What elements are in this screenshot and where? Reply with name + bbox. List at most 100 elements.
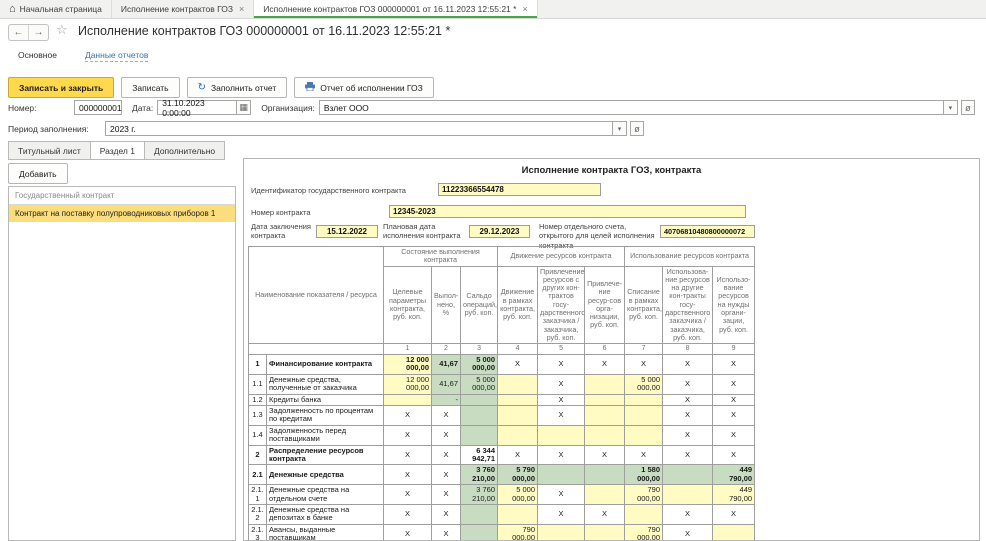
row-number: 2.1.2 bbox=[249, 504, 267, 524]
report-table-wrap: Наименование показателя / ресурсаСостоян… bbox=[248, 246, 755, 541]
header-form-row-1: Номер: 000000001 Дата: 31.10.2023 0:00:0… bbox=[8, 100, 975, 115]
cell-1.1-col7[interactable]: 5 000 000,00 bbox=[625, 374, 663, 394]
cell-1.1-col2: 41,67 bbox=[432, 374, 461, 394]
cell-1-col3: 5 000 000,00 bbox=[461, 355, 498, 375]
cell-1-col1[interactable]: 12 000 000,00 bbox=[384, 355, 432, 375]
save-button[interactable]: Записать bbox=[121, 77, 179, 98]
contract-number-field[interactable]: 12345-2023 bbox=[389, 205, 746, 218]
chevron-down-icon[interactable]: ▾ bbox=[944, 100, 958, 115]
cell-1-col9: X bbox=[713, 355, 755, 375]
fill-report-button[interactable]: ↻ Заполнить отчет bbox=[187, 77, 288, 98]
cell-2.1.2-col4[interactable] bbox=[498, 504, 538, 524]
row-name: Денежные средства, полученные от заказчи… bbox=[267, 374, 384, 394]
tab-additional[interactable]: Дополнительно bbox=[144, 141, 225, 160]
cell-1.2-col6[interactable] bbox=[585, 394, 625, 405]
close-icon[interactable]: × bbox=[522, 4, 527, 14]
back-icon[interactable]: ← bbox=[9, 25, 29, 40]
cell-2.1.2-col2: X bbox=[432, 504, 461, 524]
cell-2.1.3-col4[interactable]: 790 000,00 bbox=[498, 524, 538, 541]
cell-2.1.1-col8[interactable] bbox=[663, 485, 713, 505]
tab-home[interactable]: ⌂ Начальная страница bbox=[0, 0, 112, 18]
cell-2-col7: X bbox=[625, 445, 663, 465]
cell-1.2-col7[interactable] bbox=[625, 394, 663, 405]
cell-2.1.1-col7[interactable]: 790 000,00 bbox=[625, 485, 663, 505]
cell-1.3-col7[interactable] bbox=[625, 406, 663, 426]
cell-2.1.3-col5[interactable] bbox=[538, 524, 585, 541]
calendar-icon[interactable]: ▦ bbox=[237, 100, 251, 115]
chevron-down-icon[interactable]: ▾ bbox=[613, 121, 627, 136]
open-link-icon[interactable]: ø bbox=[630, 121, 644, 136]
tab-title-page[interactable]: Титульный лист bbox=[8, 141, 90, 160]
cell-1.4-col8: X bbox=[663, 425, 713, 445]
cell-1.4-col7[interactable] bbox=[625, 425, 663, 445]
tab-goz-document[interactable]: Исполнение контрактов ГОЗ 000000001 от 1… bbox=[254, 0, 537, 18]
period-combo[interactable]: 2023 г. bbox=[105, 121, 613, 136]
cell-2.1.2-col3 bbox=[461, 504, 498, 524]
cell-2.1.2-col1: X bbox=[384, 504, 432, 524]
contract-form-title: Исполнение контракта ГОЗ, контракта bbox=[244, 165, 979, 176]
cell-2.1.3-col6[interactable] bbox=[585, 524, 625, 541]
section-tabs: Титульный лист Раздел 1 Дополнительно bbox=[8, 141, 225, 160]
cell-2.1.3-col7[interactable]: 790 000,00 bbox=[625, 524, 663, 541]
cell-2.1-col8 bbox=[663, 465, 713, 485]
cell-2.1.2-col7[interactable] bbox=[625, 504, 663, 524]
cell-1.3-col6[interactable] bbox=[585, 406, 625, 426]
row-number: 2 bbox=[249, 445, 267, 465]
contract-list-item[interactable]: Контракт на поставку полупроводниковых п… bbox=[9, 205, 235, 222]
goz-report-label: Отчет об исполнении ГОЗ bbox=[320, 83, 423, 93]
account-field[interactable]: 40706810480800000072 bbox=[660, 225, 755, 238]
sign-date-field[interactable]: 15.12.2022 bbox=[316, 225, 378, 238]
favorite-star-icon[interactable]: ☆ bbox=[56, 22, 68, 38]
forward-icon[interactable]: → bbox=[29, 25, 48, 40]
cell-2.1.1-col9[interactable]: 449 790,00 bbox=[713, 485, 755, 505]
column-number-7: 7 bbox=[625, 344, 663, 355]
cell-1.4-col4[interactable] bbox=[498, 425, 538, 445]
row-name: Денежные средства на отдельном счете bbox=[267, 485, 384, 505]
cell-1.1-col4[interactable] bbox=[498, 374, 538, 394]
tab-goz-list[interactable]: Исполнение контрактов ГОЗ × bbox=[112, 0, 254, 18]
tab-home-label: Начальная страница bbox=[20, 4, 102, 14]
table-row-1.1: 1.1Денежные средства, полученные от зака… bbox=[249, 374, 755, 394]
cell-2.1-col3: 3 760 210,00 bbox=[461, 465, 498, 485]
cell-1.4-col6[interactable] bbox=[585, 425, 625, 445]
close-icon[interactable]: × bbox=[239, 4, 244, 14]
plan-date-field[interactable]: 29.12.2023 bbox=[469, 225, 530, 238]
column-header-5: Привлечение ресурсов с других кон-тракто… bbox=[538, 266, 585, 344]
number-input[interactable]: 000000001 bbox=[74, 100, 122, 115]
nav-link-main[interactable]: Основное bbox=[18, 50, 57, 62]
cell-1.4-col5[interactable] bbox=[538, 425, 585, 445]
cell-1.2-col4[interactable] bbox=[498, 394, 538, 405]
nav-links: Основное Данные отчетов bbox=[18, 50, 148, 62]
cell-2.1.1-col4[interactable]: 5 000 000,00 bbox=[498, 485, 538, 505]
date-label: Дата: bbox=[132, 103, 153, 113]
cell-1.1-col1[interactable]: 12 000 000,00 bbox=[384, 374, 432, 394]
cell-2.1.3-col9[interactable] bbox=[713, 524, 755, 541]
open-link-icon[interactable]: ø bbox=[961, 100, 975, 115]
cell-1.3-col4[interactable] bbox=[498, 406, 538, 426]
cell-1.2-col1[interactable] bbox=[384, 394, 432, 405]
cell-2.1.3-col2: X bbox=[432, 524, 461, 541]
add-button[interactable]: Добавить bbox=[8, 163, 68, 184]
column-header-9: Использо-вание ресурсов на нужды органи-… bbox=[713, 266, 755, 344]
cell-1.3-col8: X bbox=[663, 406, 713, 426]
cell-2.1-col7: 1 580 000,00 bbox=[625, 465, 663, 485]
tab-section-1[interactable]: Раздел 1 bbox=[90, 141, 144, 160]
column-number-6: 6 bbox=[585, 344, 625, 355]
date-input[interactable]: 31.10.2023 0:00:00 bbox=[157, 100, 237, 115]
nav-link-report-data[interactable]: Данные отчетов bbox=[85, 50, 148, 62]
cell-2-col1: X bbox=[384, 445, 432, 465]
cell-1-col5: X bbox=[538, 355, 585, 375]
contract-id-field[interactable]: 11223366554478 bbox=[438, 183, 601, 196]
cell-2.1-col9: 449 790,00 bbox=[713, 465, 755, 485]
toolbar: Записать и закрыть Записать ↻ Заполнить … bbox=[8, 77, 434, 98]
save-close-button[interactable]: Записать и закрыть bbox=[8, 77, 114, 98]
cell-1.2-col5: X bbox=[538, 394, 585, 405]
organization-combo[interactable]: Взлет ООО bbox=[319, 100, 944, 115]
goz-report-button[interactable]: Отчет об исполнении ГОЗ bbox=[294, 77, 434, 98]
cell-1.1-col6[interactable] bbox=[585, 374, 625, 394]
table-row-1.3: 1.3Задолженность по процентам по кредита… bbox=[249, 406, 755, 426]
cell-2.1.2-col5: X bbox=[538, 504, 585, 524]
cell-2.1.1-col6[interactable] bbox=[585, 485, 625, 505]
table-row-1: 1Финансирование контракта12 000 000,0041… bbox=[249, 355, 755, 375]
plan-date-label: Плановая дата исполнения контракта bbox=[383, 222, 465, 241]
